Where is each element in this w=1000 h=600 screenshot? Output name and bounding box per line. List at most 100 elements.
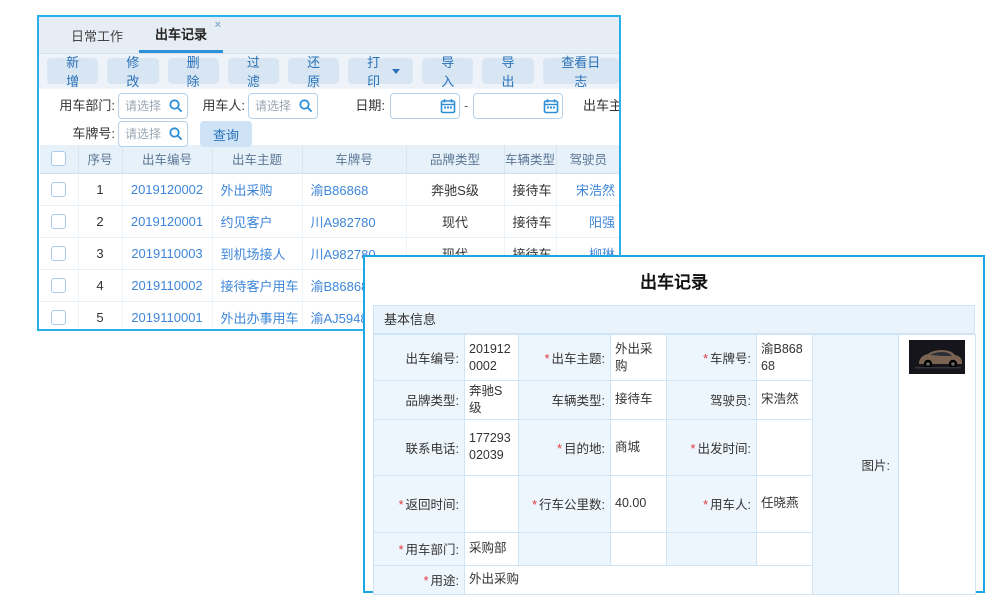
field-label: 联系电话: — [374, 419, 465, 475]
dept-label: 用车部门: — [39, 93, 115, 119]
row-checkbox[interactable] — [51, 246, 66, 261]
required-icon: * — [557, 442, 562, 456]
restore-button[interactable]: 还原 — [288, 58, 339, 84]
cell-no: 5 — [78, 301, 122, 331]
cell-subject-link[interactable]: 外出采购 — [212, 173, 302, 205]
field-label: 出车编号: — [374, 335, 465, 381]
cell-id-link[interactable]: 2019120001 — [122, 205, 212, 237]
field-value: 40.00 — [611, 475, 667, 532]
cell-brand: 奔驰S级 — [406, 173, 504, 205]
search-icon[interactable] — [168, 126, 184, 142]
col-header-id: 出车编号 — [122, 145, 212, 173]
calendar-icon[interactable] — [543, 98, 559, 114]
search-icon[interactable] — [298, 98, 314, 114]
query-button[interactable]: 查询 — [200, 121, 252, 147]
required-icon: * — [545, 352, 550, 366]
field-label — [519, 532, 611, 565]
cell-id-link[interactable]: 2019120002 — [122, 173, 212, 205]
delete-button[interactable]: 删除 — [168, 58, 219, 84]
import-button[interactable]: 导入 — [422, 58, 473, 84]
image-label: 图片: — [813, 335, 899, 595]
print-button[interactable]: 打印 — [348, 58, 413, 84]
field-label: 车辆类型: — [519, 381, 611, 420]
col-header-no: 序号 — [78, 145, 122, 173]
required-icon: * — [703, 352, 708, 366]
field-label: *出发时间: — [667, 419, 757, 475]
close-icon[interactable]: × — [215, 20, 221, 31]
cell-subject-link[interactable]: 外出办事用车 — [212, 301, 302, 331]
required-icon: * — [399, 498, 404, 512]
field-value — [611, 532, 667, 565]
field-value — [465, 475, 519, 532]
col-header-vtype: 车辆类型 — [504, 145, 556, 173]
add-button[interactable]: 新增 — [47, 58, 98, 84]
field-label: *出车主题: — [519, 335, 611, 381]
export-button[interactable]: 导出 — [482, 58, 533, 84]
cell-brand: 现代 — [406, 205, 504, 237]
detail-form: 出车编号: 2019120002 *出车主题: 外出采购 *车牌号: 渝B868… — [373, 334, 976, 595]
row-checkbox[interactable] — [51, 182, 66, 197]
dept-field — [118, 93, 188, 119]
view-log-button[interactable]: 查看日志 — [543, 58, 619, 84]
field-label — [667, 532, 757, 565]
cell-no: 3 — [78, 237, 122, 269]
toolbar: 新增 修改 删除 过滤 还原 打印 导入 导出 查看日志 — [39, 54, 619, 89]
search-icon[interactable] — [168, 98, 184, 114]
field-value: 奔驰S级 — [465, 381, 519, 420]
col-header-subject: 出车主题 — [212, 145, 302, 173]
subject-filter-label: 出车主题: — [583, 93, 621, 119]
cell-no: 4 — [78, 269, 122, 301]
edit-button[interactable]: 修改 — [107, 58, 158, 84]
cell-subject-link[interactable]: 约见客户 — [212, 205, 302, 237]
date-separator: - — [464, 93, 468, 119]
field-value: 采购部 — [465, 532, 519, 565]
cell-id-link[interactable]: 2019110001 — [122, 301, 212, 331]
filter-button[interactable]: 过滤 — [228, 58, 279, 84]
field-label: *用车人: — [667, 475, 757, 532]
date-label: 日期: — [318, 93, 385, 119]
field-value — [757, 532, 813, 565]
required-icon: * — [703, 498, 708, 512]
field-label: 品牌类型: — [374, 381, 465, 420]
screen: 日常工作 出车记录 × 新增 修改 删除 过滤 还原 打印 导入 导出 查看日志… — [0, 0, 1000, 600]
user-label: 用车人: — [188, 93, 245, 119]
required-icon: * — [532, 498, 537, 512]
row-checkbox[interactable] — [51, 214, 66, 229]
cell-plate-link[interactable]: 渝B86868 — [302, 173, 406, 205]
cell-plate-link[interactable]: 川A982780 — [302, 205, 406, 237]
tab-bar: 日常工作 出车记录 × — [39, 17, 619, 54]
plate-field — [118, 121, 188, 147]
col-header-brand: 品牌类型 — [406, 145, 504, 173]
field-value: 渝B86868 — [757, 335, 813, 381]
field-value: 商城 — [611, 419, 667, 475]
field-label: *用车部门: — [374, 532, 465, 565]
field-value: 17729302039 — [465, 419, 519, 475]
row-checkbox[interactable] — [51, 278, 66, 293]
cell-id-link[interactable]: 2019110003 — [122, 237, 212, 269]
cell-id-link[interactable]: 2019110002 — [122, 269, 212, 301]
calendar-icon[interactable] — [440, 98, 456, 114]
field-value: 宋浩然 — [757, 381, 813, 420]
tab-daily-work[interactable]: 日常工作 — [55, 17, 139, 53]
field-label: 驾驶员: — [667, 381, 757, 420]
table-row: 1 2019120002 外出采购 渝B86868 奔驰S级 接待车 宋浩然 — [40, 173, 620, 205]
cell-no: 1 — [78, 173, 122, 205]
row-checkbox[interactable] — [51, 310, 66, 325]
field-label: *返回时间: — [374, 475, 465, 532]
field-value: 2019120002 — [465, 335, 519, 381]
cell-driver-link[interactable]: 阳强 — [556, 205, 620, 237]
col-header-plate: 车牌号 — [302, 145, 406, 173]
cell-driver-link[interactable]: 宋浩然 — [556, 173, 620, 205]
field-value: 外出采购 — [611, 335, 667, 381]
tab-label: 出车记录 — [155, 24, 207, 43]
cell-subject-link[interactable]: 到机场接人 — [212, 237, 302, 269]
caret-down-icon — [392, 69, 400, 74]
dispatch-record-detail-dialog: 出车记录 基本信息 出车编号: 2019120002 *出车主题: 外出采购 *… — [363, 255, 985, 593]
vehicle-photo-thumbnail[interactable] — [909, 340, 965, 374]
field-value: 外出采购 — [465, 565, 813, 594]
filter-form: 用车部门: 用车人: 日期: - — [39, 89, 619, 145]
required-icon: * — [399, 543, 404, 557]
cell-subject-link[interactable]: 接待客户用车 — [212, 269, 302, 301]
select-all-checkbox[interactable] — [51, 151, 66, 166]
tab-dispatch-records[interactable]: 出车记录 × — [139, 17, 223, 53]
